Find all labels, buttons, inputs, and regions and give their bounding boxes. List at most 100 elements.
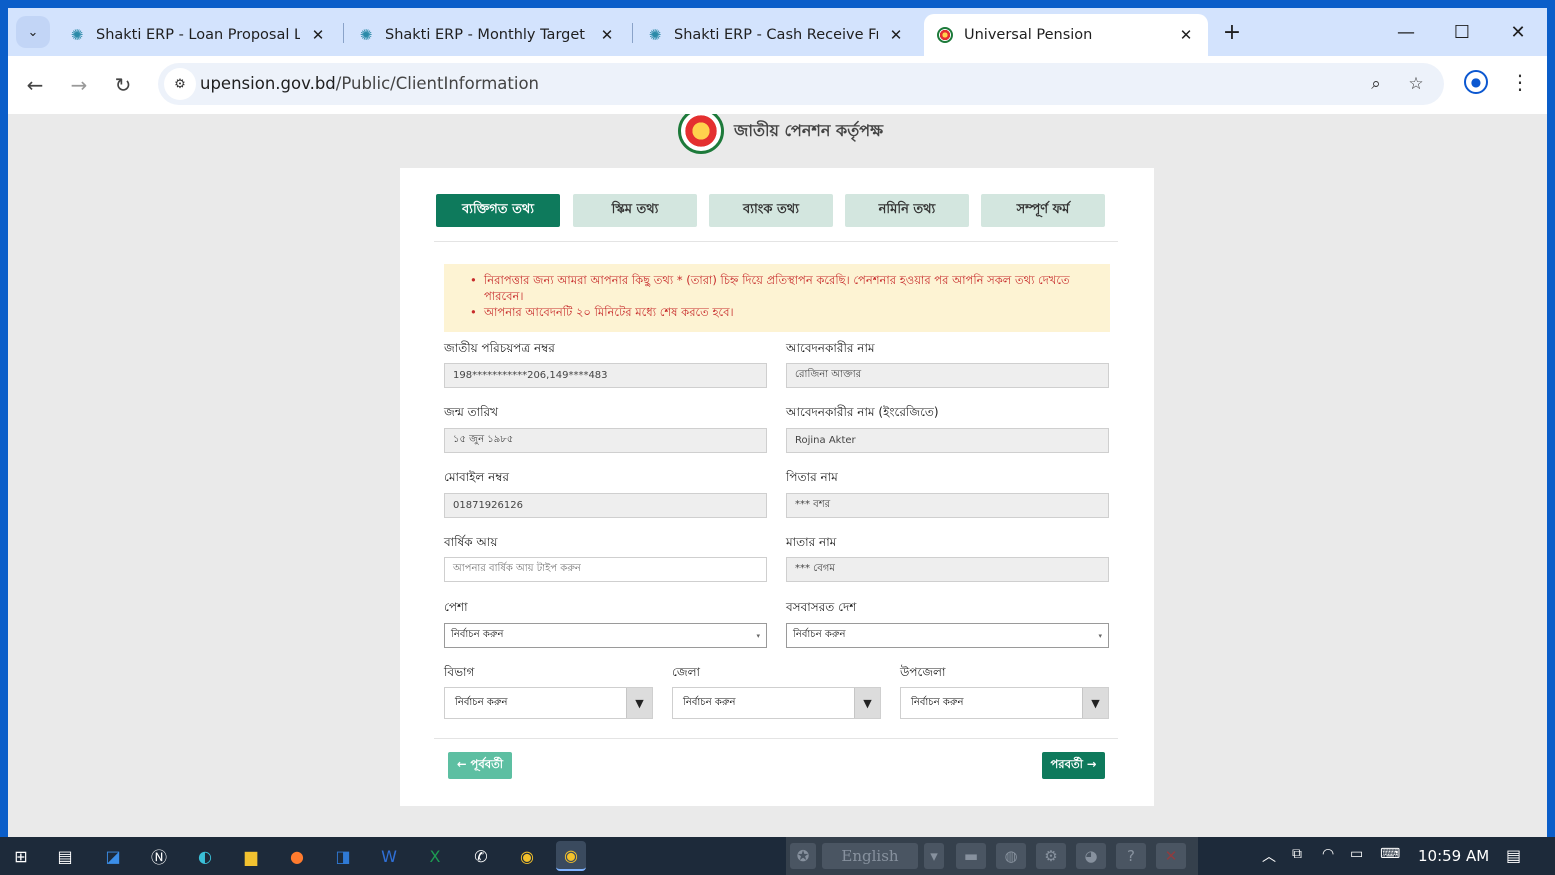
close-icon[interactable]: ✕ (886, 25, 906, 45)
chrome-browser-icon[interactable]: ◉ (512, 841, 542, 871)
upazila-dropdown[interactable]: নির্বাচন করুন ▼ (900, 687, 1109, 719)
profile-icon[interactable]: ● (1464, 70, 1488, 94)
new-tab-button[interactable]: + (1218, 18, 1246, 46)
district-dropdown[interactable]: নির্বাচন করুন ▼ (672, 687, 881, 719)
tab-title: Shakti ERP - Loan Proposal List (96, 27, 300, 43)
taskbar-clock[interactable]: 10:59 AM (1418, 847, 1489, 865)
previous-button[interactable]: ← পূর্ববর্তী (448, 752, 512, 779)
dob-field[interactable]: ১৫ জুন ১৯৮৫ (444, 428, 767, 453)
minimize-icon: — (1397, 21, 1415, 43)
caret-down-icon: ▾ (756, 632, 760, 640)
upazila-selected: নির্বাচন করুন (911, 696, 964, 708)
nid-field[interactable]: 198***********206,149****483 (444, 363, 767, 388)
close-window-button[interactable]: ✕ (1498, 16, 1538, 48)
occupation-selected: নির্বাচন করুন (451, 629, 504, 640)
tab-bar: ⌄ ✺ Shakti ERP - Loan Proposal List ✕ ✺ … (8, 8, 1547, 56)
site-info-button[interactable]: ⚙ (164, 68, 196, 100)
language-indicator[interactable]: English (822, 843, 918, 869)
file-explorer-icon[interactable]: ▆ (236, 841, 266, 871)
battery-icon[interactable]: ▭ (1350, 846, 1363, 862)
occupation-select[interactable]: নির্বাচন করুন ▾ (444, 623, 767, 648)
chevron-up-icon[interactable]: ︿ (1262, 846, 1276, 866)
tab-monthly-target[interactable]: ✺ Shakti ERP - Monthly Target vs ✕ (345, 14, 629, 56)
mobile-label: মোবাইল নম্বর (444, 470, 510, 484)
division-dropdown[interactable]: নির্বাচন করুন ▼ (444, 687, 653, 719)
form-card: ব্যক্তিগত তথ্য স্কিম তথ্য ব্যাংক তথ্য নম… (400, 168, 1154, 806)
reload-button[interactable]: ↻ (108, 70, 138, 100)
tab-cash-receive[interactable]: ✺ Shakti ERP - Cash Receive From ✕ (634, 14, 918, 56)
mobile-field[interactable]: 01871926126 (444, 493, 767, 518)
step-nominee-info[interactable]: নমিনি তথ্য (845, 194, 969, 227)
edge-browser-icon[interactable]: ◐ (190, 841, 220, 871)
step-scheme-info[interactable]: স্কিম তথ্য (573, 194, 697, 227)
outlook-mail-icon[interactable]: ◨ (328, 841, 358, 871)
occupation-label: পেশা (444, 600, 468, 614)
address-bar[interactable]: ⚙ upension.gov.bd/Public/ClientInformati… (158, 63, 1444, 105)
url-path: /Public/ClientInformation (335, 74, 539, 93)
division-label: বিভাগ (444, 665, 475, 679)
district-selected: নির্বাচন করুন (683, 696, 736, 708)
notion-app-icon[interactable]: Ⓝ (144, 841, 174, 871)
step-bank-info[interactable]: ব্যাংক তথ্য (709, 194, 833, 227)
pension-logo-icon (936, 26, 954, 44)
close-icon[interactable]: ✕ (597, 25, 617, 45)
tab-title: Shakti ERP - Monthly Target vs (385, 27, 589, 43)
bookmark-star-icon[interactable]: ☆ (1404, 72, 1428, 96)
url-text[interactable]: upension.gov.bd/Public/ClientInformation (200, 74, 539, 93)
close-icon[interactable]: ✕ (1156, 843, 1186, 869)
next-button[interactable]: পরবর্তী → (1042, 752, 1105, 779)
father-name-field[interactable]: *** বশর (786, 493, 1109, 518)
tab-universal-pension[interactable]: Universal Pension ✕ (924, 14, 1208, 56)
applicant-name-field[interactable]: রোজিনা আক্তার (786, 363, 1109, 388)
chevron-down-icon: ⌄ (27, 24, 39, 40)
dropdown-arrow-icon[interactable]: ▼ (854, 688, 880, 718)
menu-kebab-icon[interactable]: ⋮ (1508, 68, 1532, 96)
page-viewport: জাতীয় পেনশন কর্তৃপক্ষ ব্যক্তিগত তথ্য স্… (8, 114, 1547, 837)
tune-icon: ⚙ (174, 76, 186, 92)
wifi-icon[interactable]: ◠ (1322, 846, 1334, 862)
close-icon[interactable]: ✕ (308, 25, 328, 45)
step-personal-info[interactable]: ব্যক্তিগত তথ্য (436, 194, 560, 227)
maximize-button[interactable]: ☐ (1442, 16, 1482, 48)
dob-label: জন্ম তারিখ (444, 405, 499, 419)
browser-window: ⌄ ✺ Shakti ERP - Loan Proposal List ✕ ✺ … (8, 8, 1547, 837)
excel-app-icon[interactable]: X (420, 841, 450, 871)
globe-icon[interactable]: ◕ (1076, 843, 1106, 869)
help-icon[interactable]: ? (1116, 843, 1146, 869)
touch-keyboard-icon[interactable]: ⌨ (1380, 846, 1400, 862)
spark-icon: ✺ (70, 26, 84, 44)
chrome-active-icon[interactable]: ◉ (556, 841, 586, 871)
settings-gear-icon[interactable]: ⚙ (1036, 843, 1066, 869)
notification-icon[interactable]: ▤ (1506, 846, 1521, 865)
tab-search-button[interactable]: ⌄ (16, 16, 50, 48)
language-bar-icon[interactable]: ✪ (790, 843, 816, 869)
dropdown-arrow-icon[interactable]: ▼ (626, 688, 652, 718)
tab-loan-proposal[interactable]: ✺ Shakti ERP - Loan Proposal List ✕ (56, 14, 340, 56)
firefox-browser-icon[interactable]: ● (282, 841, 312, 871)
mother-name-label: মাতার নাম (786, 535, 837, 549)
mouse-icon[interactable]: ◍ (996, 843, 1026, 869)
start-windows-icon[interactable]: ⊞ (6, 841, 36, 871)
tab-separator (632, 23, 633, 43)
word-app-icon[interactable]: W (374, 841, 404, 871)
forward-button[interactable]: → (64, 70, 94, 100)
back-button[interactable]: ← (20, 70, 50, 100)
mother-name-field[interactable]: *** বেগম (786, 557, 1109, 582)
chevron-down-icon[interactable]: ▾ (924, 843, 944, 869)
spark-icon: ✺ (359, 26, 373, 44)
task-view-icon[interactable]: ▤ (50, 841, 80, 871)
whatsapp-app-icon[interactable]: ✆ (466, 841, 496, 871)
nid-label: জাতীয় পরিচয়পত্র নম্বর (444, 341, 555, 355)
country-select[interactable]: নির্বাচন করুন ▾ (786, 623, 1109, 648)
step-complete-form[interactable]: সম্পূর্ণ ফর্ম (981, 194, 1105, 227)
applicant-name-en-field[interactable]: Rojina Akter (786, 428, 1109, 453)
meet-now-icon[interactable]: ⧉ (1292, 846, 1302, 862)
keyboard-icon[interactable]: ▬ (956, 843, 986, 869)
zoom-icon[interactable]: ⌕ (1364, 72, 1388, 96)
annual-income-input[interactable]: আপনার বার্ষিক আয় টাইপ করুন (444, 557, 767, 582)
close-icon[interactable]: ✕ (1176, 25, 1196, 45)
minimize-button[interactable]: — (1386, 16, 1426, 48)
outlook-app-icon[interactable]: ◪ (98, 841, 128, 871)
close-icon: ✕ (1510, 21, 1526, 43)
dropdown-arrow-icon[interactable]: ▼ (1082, 688, 1108, 718)
